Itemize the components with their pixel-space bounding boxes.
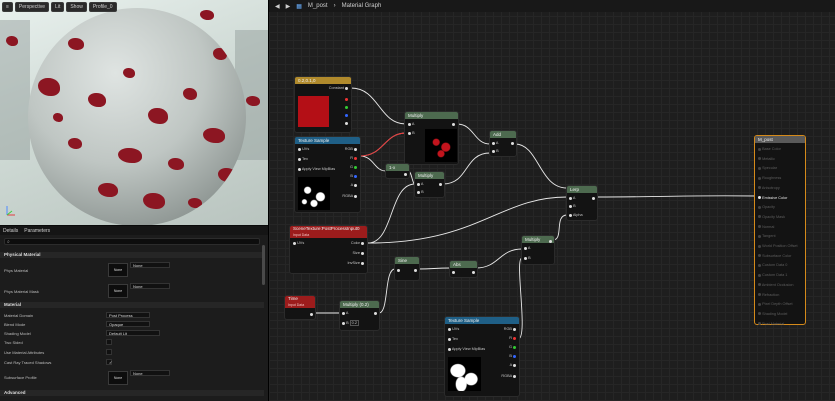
result-pin: Metallic xyxy=(758,157,775,161)
result-pin: Base Color xyxy=(758,147,781,151)
result-pin: Opacity Mask xyxy=(758,215,785,219)
result-pin: Normal xyxy=(758,225,774,229)
material-domain-select[interactable]: Post Process xyxy=(106,312,150,318)
phys-material-mask-thumb[interactable]: None xyxy=(108,284,128,298)
perspective-button[interactable]: Perspective xyxy=(14,2,50,12)
profile-button[interactable]: Profile_0 xyxy=(88,2,117,12)
node-title: Lerp xyxy=(567,186,597,193)
result-pin: Subsurface Color xyxy=(758,254,791,258)
tab-parameters[interactable]: Parameters xyxy=(24,228,50,234)
node-title: Abs xyxy=(450,261,477,268)
node-title: Texture Sample xyxy=(445,317,519,324)
result-pin: Roughness xyxy=(758,176,781,180)
abs-node[interactable]: Abs xyxy=(449,260,478,278)
material-result-node[interactable]: M_post Base Color Metallic Specular Roug… xyxy=(754,135,806,326)
one-minus-node[interactable]: 1-x xyxy=(385,163,410,179)
result-pin: Tangent xyxy=(758,234,776,238)
prop-label: Two Sided xyxy=(4,340,23,345)
prop-label: Shading Model xyxy=(4,331,31,336)
node-title: Multiply (0.2) xyxy=(340,301,379,308)
decal-splat xyxy=(6,36,18,46)
node-title: Sine xyxy=(395,257,419,264)
node-title: 1-x xyxy=(386,164,409,171)
node-title: Texture Sample xyxy=(295,137,360,144)
result-pin: Shading Model xyxy=(758,312,787,316)
multiply-node[interactable]: Multiply (0.2) A B 0.2 xyxy=(339,300,380,331)
result-pin: Opacity xyxy=(758,205,775,209)
result-pin: Anisotropy xyxy=(758,186,780,190)
prop-label: Phys Material Mask xyxy=(4,289,39,294)
cast-ray-traced-shadows-checkbox[interactable]: ✓ xyxy=(106,359,112,365)
result-pin: Custom Data 0 xyxy=(758,263,787,267)
texture-sample-node[interactable]: Texture Sample UVs Tex Apply View MipBia… xyxy=(294,136,361,213)
blend-mode-select[interactable]: Opaque xyxy=(106,321,150,327)
material-graph-canvas[interactable]: ◀ ▶ ▦ M_post › Material Graph 0.2,0.1,0 … xyxy=(268,0,835,401)
details-scrollbar[interactable] xyxy=(262,245,265,285)
search-icon: ⌕ xyxy=(7,239,10,245)
prop-label: Material Domain xyxy=(4,313,34,318)
scene-texture-node[interactable]: SceneTexture:PostProcessInput0 Input Data… xyxy=(289,225,368,274)
shading-model-select[interactable]: Default Lit xyxy=(106,330,160,336)
sine-node[interactable]: Sine xyxy=(394,256,420,281)
multiply-node[interactable]: Multiply A B xyxy=(521,235,555,265)
section-material[interactable]: Material xyxy=(0,302,264,308)
result-pin: World Position Offset xyxy=(758,244,798,248)
result-pin: Emissive Color xyxy=(758,196,787,200)
node-title: Multiply xyxy=(405,112,458,119)
phys-material-thumb[interactable]: None xyxy=(108,263,128,277)
node-title: Add xyxy=(490,131,516,138)
result-pin: Refraction xyxy=(758,293,779,297)
decal-splat xyxy=(246,96,260,106)
section-advanced[interactable]: Advanced xyxy=(0,390,264,396)
phys-material-combo[interactable]: None xyxy=(130,262,170,268)
result-pin: Pixel Depth Offset xyxy=(758,302,793,306)
prop-label: Phys Material xyxy=(4,268,29,273)
lerp-node[interactable]: Lerp A B Alpha xyxy=(566,185,598,221)
result-pin: Ambient Occlusion xyxy=(758,283,794,287)
phys-material-mask-combo[interactable]: None xyxy=(130,283,170,289)
multiply-node[interactable]: Multiply A B xyxy=(404,111,459,165)
prop-label: Subsurface Profile xyxy=(4,375,37,380)
multiply-node[interactable]: Multiply A B xyxy=(414,171,445,198)
multiply-preview xyxy=(425,129,457,162)
node-title: M_post xyxy=(755,136,805,143)
add-node[interactable]: Add A B xyxy=(489,130,517,157)
use-material-attributes-checkbox[interactable] xyxy=(106,349,112,355)
node-title: SceneTexture:PostProcessInput0 Input Data xyxy=(290,226,367,238)
constant-color-preview xyxy=(298,96,329,127)
axis-gizmo-icon xyxy=(6,206,15,216)
two-sided-checkbox[interactable] xyxy=(106,339,112,345)
subsurface-profile-thumb[interactable]: None xyxy=(108,371,128,385)
time-node[interactable]: Time Input Data xyxy=(284,295,316,320)
prop-label: Use Material Attributes xyxy=(4,350,45,355)
node-title: 0.2,0.1,0 xyxy=(295,77,351,84)
texture-preview xyxy=(298,177,330,210)
lit-button[interactable]: Lit xyxy=(51,2,65,12)
constant-node[interactable]: 0.2,0.1,0 Constant xyxy=(294,76,352,133)
tab-details[interactable]: Details xyxy=(3,228,18,234)
result-pin: Custom Data 1 xyxy=(758,273,787,277)
viewport-menu-icon[interactable]: ≡ xyxy=(2,2,13,12)
material-preview-viewport[interactable]: ≡ Perspective Lit Show Profile_0 xyxy=(0,0,268,225)
texture-preview xyxy=(448,357,481,391)
preview-sphere xyxy=(28,8,246,225)
result-pin: Specular xyxy=(758,166,777,170)
node-title: Multiply xyxy=(415,172,444,179)
section-physical-material[interactable]: Physical Material xyxy=(0,252,264,258)
details-panel: Details Parameters ⌕ Physical Material P… xyxy=(0,225,268,401)
prop-label: Blend Mode xyxy=(4,322,26,327)
decal-splat xyxy=(200,10,214,20)
details-search-input[interactable]: ⌕ xyxy=(4,238,260,245)
result-pin: Post Material xyxy=(758,322,784,326)
subsurface-profile-combo[interactable]: None xyxy=(130,370,170,376)
node-title: Time Input Data xyxy=(285,296,315,308)
viewport-toolbar: ≡ Perspective Lit Show Profile_0 xyxy=(2,2,117,12)
prop-label: Cast Ray Traced Shadows xyxy=(4,360,52,365)
show-button[interactable]: Show xyxy=(66,2,87,12)
texture-sample-node[interactable]: Texture Sample UVs Tex Apply View MipBia… xyxy=(444,316,520,397)
multiply-b-value[interactable]: 0.2 xyxy=(349,320,359,326)
